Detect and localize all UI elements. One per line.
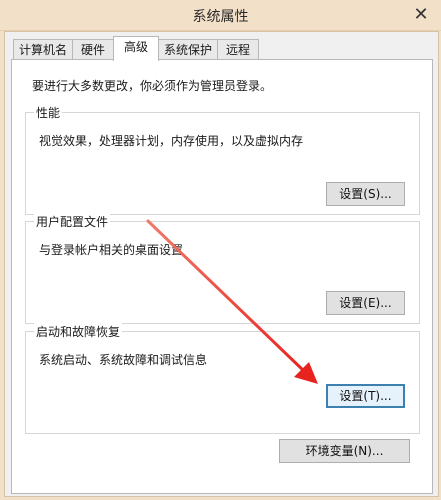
- performance-description: 视觉效果，处理器计划，内存使用，以及虚拟内存: [39, 134, 304, 148]
- tab-advanced[interactable]: 高级: [113, 36, 159, 61]
- startup-recovery-settings-button[interactable]: 设置(T)...: [326, 384, 405, 408]
- tab-hardware[interactable]: 硬件: [72, 39, 114, 60]
- tab-computer-name[interactable]: 计算机名: [13, 39, 73, 60]
- tab-system-protection[interactable]: 系统保护: [158, 39, 218, 60]
- user-profiles-description: 与登录帐户相关的桌面设置: [39, 243, 184, 257]
- close-icon[interactable]: ✕: [409, 4, 433, 26]
- user-profiles-settings-button[interactable]: 设置(E)...: [326, 291, 405, 315]
- window-title: 系统属性: [192, 9, 249, 25]
- performance-settings-button[interactable]: 设置(S)...: [326, 182, 405, 206]
- startup-recovery-group-title: 启动和故障恢复: [34, 323, 123, 340]
- user-profiles-group: 用户配置文件 与登录帐户相关的桌面设置 设置(E)...: [25, 213, 420, 324]
- startup-recovery-description: 系统启动、系统故障和调试信息: [39, 353, 208, 367]
- title-bar: 系统属性 ✕: [0, 0, 441, 31]
- user-profiles-group-title: 用户配置文件: [34, 213, 111, 230]
- performance-group: 性能 视觉效果，处理器计划，内存使用，以及虚拟内存 设置(S)...: [25, 104, 420, 215]
- dialog-client-area: 计算机名 硬件 高级 系统保护 远程 要进行大多数更改，你必须作为管理员登录。 …: [4, 31, 439, 497]
- tab-remote[interactable]: 远程: [217, 39, 259, 60]
- startup-recovery-group: 启动和故障恢复 系统启动、系统故障和调试信息 设置(T)...: [25, 323, 420, 434]
- performance-group-title: 性能: [34, 104, 63, 121]
- admin-notice: 要进行大多数更改，你必须作为管理员登录。: [32, 79, 273, 93]
- advanced-tab-panel: 要进行大多数更改，你必须作为管理员登录。 性能 视觉效果，处理器计划，内存使用，…: [11, 59, 433, 494]
- environment-variables-button[interactable]: 环境变量(N)...: [279, 439, 410, 463]
